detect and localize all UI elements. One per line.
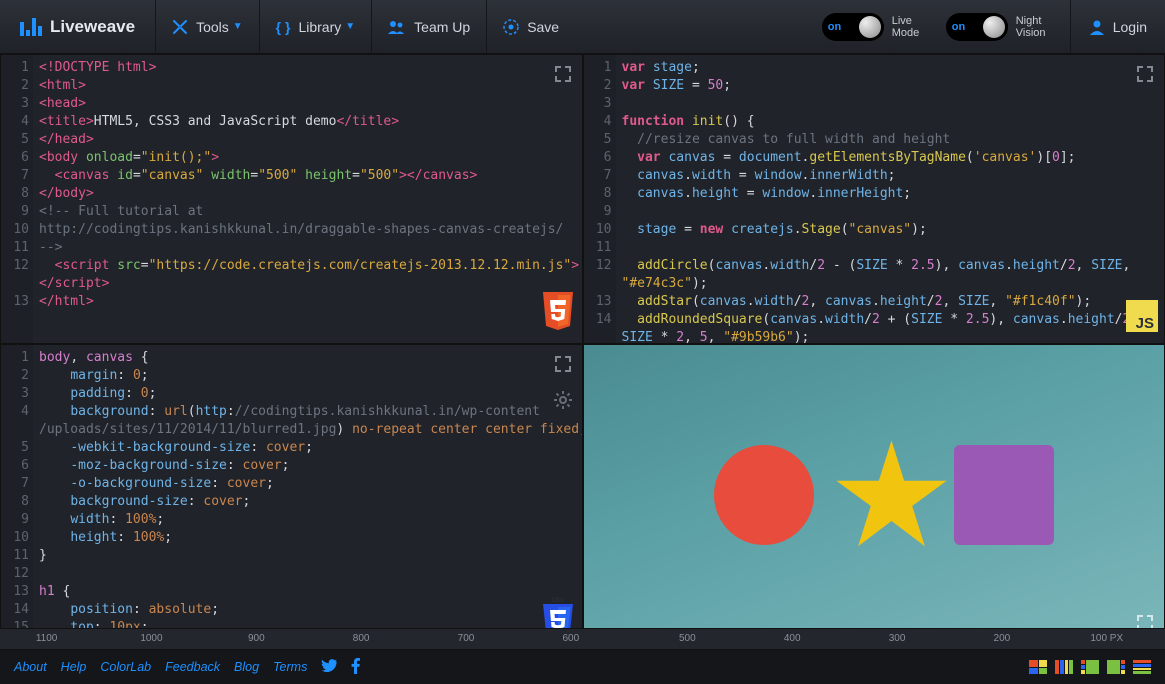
workspace: 1<!DOCTYPE html>2<html>3<head>4<title>HT… [0,54,1165,648]
toggle-night-label: Night Vision [1016,15,1060,39]
js-badge-icon: JS [1126,300,1158,337]
library-icon: { } [276,19,291,35]
logo-text: Liveweave [50,17,135,37]
ruler[interactable]: 11001000900800700600 500400300200100 PX [0,628,1165,650]
top-bar: Liveweave Tools ▼ { } Library ▼ Team Up Sa… [0,0,1165,54]
menu-teamup-label: Team Up [414,19,470,35]
layout-rows-icon[interactable] [1133,660,1151,674]
toggle-knob [859,16,881,38]
menu-tools[interactable]: Tools ▼ [155,0,259,54]
footer-terms[interactable]: Terms [273,660,307,674]
logo-icon [20,18,42,36]
layout-left-icon[interactable] [1081,660,1099,674]
expand-icon[interactable] [554,65,572,88]
user-icon [1089,19,1105,35]
html-pane[interactable]: 1<!DOCTYPE html>2<html>3<head>4<title>HT… [0,54,583,344]
preview-square[interactable] [954,445,1054,545]
ruler-right: 500400300200100 PX [583,629,1165,649]
team-icon [388,20,406,34]
menu-tools-label: Tools [196,19,229,35]
preview-pane[interactable] [583,344,1165,648]
toggle-live-state: on [828,21,841,33]
menu-teamup[interactable]: Team Up [371,0,486,54]
gear-icon[interactable] [554,391,572,414]
footer: About Help ColorLab Feedback Blog Terms [0,650,1165,684]
menu-save-label: Save [527,19,559,35]
logo[interactable]: Liveweave [0,17,155,37]
js-pane[interactable]: 1var stage;2var SIZE = 50;3 4function in… [583,54,1165,344]
login-label: Login [1113,19,1147,35]
menu-library[interactable]: { } Library ▼ [259,0,372,54]
ruler-left: 11001000900800700600 [0,629,583,649]
footer-blog[interactable]: Blog [234,660,259,674]
footer-colorlab[interactable]: ColorLab [100,660,151,674]
toggle-night-state: on [952,21,965,33]
save-icon [503,19,519,35]
layout-switcher [1029,660,1151,674]
twitter-icon[interactable] [321,659,337,676]
css-pane[interactable]: 1body, canvas {2 margin: 0;3 padding: 0;… [0,344,583,648]
toggle-knob [983,16,1005,38]
menu-save[interactable]: Save [486,0,575,54]
svg-text:CSS: CSS [551,598,563,604]
expand-icon[interactable] [554,355,572,378]
svg-text:JS: JS [1136,315,1154,332]
layout-cols-icon[interactable] [1055,660,1073,674]
html5-badge-icon [540,292,576,337]
preview-star[interactable] [834,437,949,552]
expand-icon[interactable] [1136,65,1154,88]
footer-feedback[interactable]: Feedback [165,660,220,674]
menu-library-label: Library [298,19,341,35]
caret-icon: ▼ [233,21,243,32]
tools-icon [172,19,188,35]
toggle-live-label: Live Mode [892,15,936,39]
footer-help[interactable]: Help [61,660,87,674]
caret-icon: ▼ [345,21,355,32]
layout-right-icon[interactable] [1107,660,1125,674]
footer-about[interactable]: About [14,660,47,674]
layout-4grid-icon[interactable] [1029,660,1047,674]
main-menu: Tools ▼ { } Library ▼ Team Up Save [155,0,575,54]
preview-circle[interactable] [714,445,814,545]
toggle-live[interactable]: on Live Mode [822,13,936,41]
facebook-icon[interactable] [351,658,360,677]
toggle-night[interactable]: on Night Vision [946,13,1060,41]
login-button[interactable]: Login [1070,0,1165,54]
